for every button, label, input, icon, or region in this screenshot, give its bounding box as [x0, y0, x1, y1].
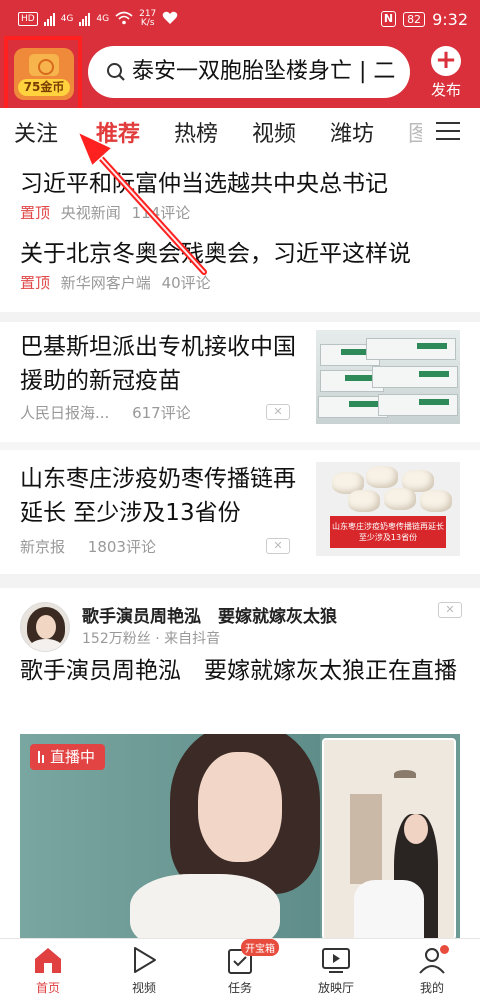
tab-partial[interactable]: 图 [408, 116, 422, 148]
pinned-news-1[interactable]: 习近平和阮富仲当选越共中央总书记 置顶 央视新闻 114评论 [20, 168, 470, 223]
play-icon [127, 945, 161, 975]
task-icon: 开宝箱 [223, 939, 279, 975]
signal-icon [43, 12, 55, 26]
dot-separator: · [155, 631, 165, 647]
nav-label: 我的 [419, 981, 444, 995]
home-icon [31, 945, 65, 975]
author-name[interactable]: 歌手演员周艳泓 要嫁就嫁灰太狼 [82, 602, 337, 627]
nav-label: 首页 [35, 981, 60, 995]
clock: 9:32 [432, 9, 468, 29]
notification-dot [440, 945, 449, 954]
dismiss-icon[interactable]: ✕ [438, 602, 462, 618]
news-comments: 617评论 [132, 404, 191, 422]
divider [0, 574, 480, 588]
hd-indicator: HD [18, 12, 38, 26]
search-box[interactable]: 泰安一双胞胎坠楼身亡 | 二 [88, 46, 410, 98]
dismiss-icon[interactable]: ✕ [266, 538, 290, 554]
network-type-2: 4G [96, 13, 110, 24]
news-meta: 置顶 新华网客户端 40评论 [20, 272, 470, 293]
tab-hot[interactable]: 热榜 [174, 116, 218, 148]
nav-task[interactable]: 开宝箱 任务 [202, 939, 279, 996]
health-icon [162, 11, 178, 28]
screen-icon [319, 945, 353, 975]
news-comments: 40评论 [161, 274, 211, 292]
live-badge-label: 直播中 [50, 748, 96, 766]
divider [0, 312, 480, 322]
live-bars-icon [38, 751, 44, 763]
nav-label: 任务 [227, 981, 252, 995]
search-hot-word: 泰安一双胞胎坠楼身亡 | 二 [132, 59, 396, 84]
publish-button[interactable]: + 发布 [424, 46, 468, 104]
news-title: 山东枣庄涉疫奶枣传播链再延长 至少涉及13省份 [20, 466, 296, 526]
nav-mine[interactable]: 我的 [394, 945, 470, 996]
live-preview-image[interactable]: 直播中 [20, 734, 460, 940]
news-title: 关于北京冬奥会残奥会，习近平这样说 [20, 241, 411, 267]
nfc-icon: N [380, 11, 397, 27]
menu-icon[interactable] [436, 122, 460, 142]
bottom-nav: 首页 视频 开宝箱 任务 放映厅 我的 [0, 938, 480, 997]
news-meta: 新京报 1803评论 [20, 536, 174, 557]
nav-label: 视频 [131, 981, 156, 995]
live-side-preview [322, 738, 456, 940]
news-item-vaccine[interactable]: 巴基斯坦派出专机接收中国援助的新冠疫苗 人民日报海... 617评论 ✕ [20, 330, 460, 430]
avatar[interactable] [20, 602, 70, 652]
wifi-icon [115, 11, 133, 28]
news-thumbnail [316, 330, 460, 424]
tab-recommend[interactable]: 推荐 [96, 116, 140, 148]
nav-home[interactable]: 首页 [10, 945, 86, 996]
news-source: 新华网客户端 [60, 274, 151, 292]
status-right: N 82 9:32 [380, 8, 468, 30]
thumbnail-caption: 山东枣庄涉疫奶枣传播链再延长 至少涉及13省份 [330, 516, 446, 548]
news-source: 新京报 [20, 538, 66, 556]
news-meta: 置顶 央视新闻 114评论 [20, 202, 470, 223]
pinned-tag: 置顶 [20, 204, 51, 222]
news-thumbnail: 山东枣庄涉疫奶枣传播链再延长 至少涉及13省份 [316, 462, 460, 556]
news-item-jujube[interactable]: 山东枣庄涉疫奶枣传播链再延长 至少涉及13省份 新京报 1803评论 ✕ 山东枣… [20, 462, 460, 562]
pinned-news-2[interactable]: 关于北京冬奥会残奥会，习近平这样说 置顶 新华网客户端 40评论 [20, 238, 470, 293]
news-meta: 人民日报海... 617评论 [20, 402, 209, 423]
live-badge: 直播中 [30, 744, 106, 770]
net-speed: 217 K/s [139, 10, 156, 28]
news-source: 人民日报海... [20, 404, 110, 422]
battery-icon: 82 [403, 11, 426, 27]
tab-follow[interactable]: 关注 [14, 116, 58, 148]
news-source: 央视新闻 [60, 204, 121, 222]
live-card[interactable]: 歌手演员周艳泓 要嫁就嫁灰太狼 152万粉丝 · 来自抖音 ✕ 歌手演员周艳泓 … [0, 590, 480, 940]
search-icon [106, 62, 126, 86]
plus-icon: + [431, 46, 461, 76]
status-left: HD 4G 4G 217 K/s [18, 8, 178, 30]
news-comments: 1803评论 [87, 538, 156, 556]
tab-weifang[interactable]: 潍坊 [330, 116, 374, 148]
divider [0, 442, 480, 450]
status-bar: HD 4G 4G 217 K/s N 82 9:32 [0, 0, 480, 38]
channel-tabs: 关注 推荐 热榜 视频 潍坊 图 [0, 108, 480, 158]
nav-cinema[interactable]: 放映厅 [298, 945, 374, 996]
network-type-1: 4G [60, 13, 74, 24]
dismiss-icon[interactable]: ✕ [266, 404, 290, 420]
news-title: 巴基斯坦派出专机接收中国援助的新冠疫苗 [20, 334, 296, 394]
news-title: 习近平和阮富仲当选越共中央总书记 [20, 171, 388, 197]
tab-video[interactable]: 视频 [252, 116, 296, 148]
follower-count: 152万粉丝 [82, 631, 151, 647]
profile-icon [415, 945, 449, 975]
publish-label: 发布 [430, 81, 461, 99]
signal-icon-2 [79, 12, 91, 26]
nav-label: 放映厅 [317, 981, 354, 995]
highlight-box [4, 36, 82, 112]
content-source: 来自抖音 [164, 631, 221, 647]
nav-video[interactable]: 视频 [106, 945, 182, 996]
news-comments: 114评论 [131, 204, 191, 222]
author-meta: 152万粉丝 · 来自抖音 [82, 628, 220, 648]
net-speed-unit: K/s [140, 18, 155, 28]
pinned-tag: 置顶 [20, 274, 51, 292]
treasure-badge: 开宝箱 [241, 939, 279, 956]
live-title: 歌手演员周艳泓 要嫁就嫁灰太狼正在直播 [20, 658, 457, 684]
